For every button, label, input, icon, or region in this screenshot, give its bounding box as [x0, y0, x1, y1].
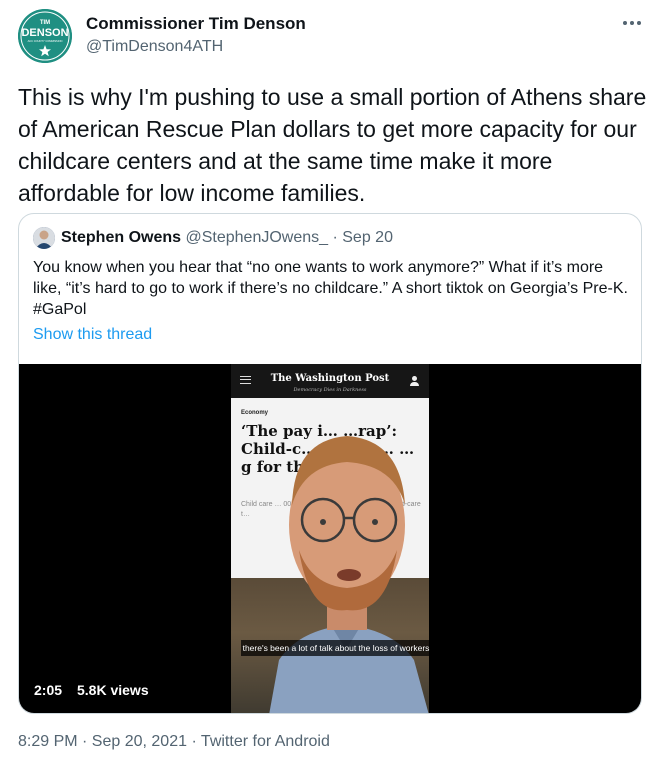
show-thread-link[interactable]: Show this thread [33, 326, 152, 344]
quoted-author-name: Stephen Owens [61, 229, 182, 246]
speaker-image [269, 436, 429, 713]
video-duration: 2:05 [34, 682, 63, 698]
quoted-tweet-date: · Sep 20 [332, 229, 393, 246]
quoted-tweet[interactable]: Stephen Owens @StephenJOwens_ · Sep 20 Y… [18, 213, 642, 714]
avatar-text-sub: ACC COUNTY COMMISSION [28, 39, 63, 43]
avatar-text-main: DENSON [21, 27, 68, 39]
tweet-text: This is why I'm pushing to use a small p… [18, 84, 647, 206]
more-horizontal-icon[interactable] [619, 12, 645, 34]
tweet-timestamp[interactable]: 8:29 PM · Sep 20, 2021 · Twitter for And… [18, 733, 330, 751]
article-tagline: Democracy Dies in Darkness [293, 387, 367, 393]
video-player[interactable]: The Washington Post Democracy Dies in Da… [19, 364, 641, 713]
quoted-author-handle: @StephenJOwens_ [185, 229, 329, 246]
tweet: TIM DENSON ACC COUNTY COMMISSION Commiss… [0, 0, 663, 769]
avatar-text-top: TIM [40, 20, 50, 26]
quoted-tweet-text: You know when you hear that “no one want… [33, 259, 628, 318]
quoted-tweet-header: Stephen Owens @StephenJOwens_ · Sep 20 [61, 229, 393, 247]
quoted-author-avatar [33, 227, 55, 249]
video-caption: there's been a lot of talk about the los… [241, 640, 431, 656]
author-name[interactable]: Commissioner Tim Denson [86, 14, 306, 34]
article-masthead: The Washington Post [270, 373, 390, 384]
author-avatar[interactable]: TIM DENSON ACC COUNTY COMMISSION [18, 9, 72, 63]
author-handle[interactable]: @TimDenson4ATH [86, 38, 223, 56]
article-topbar: The Washington Post Democracy Dies in Da… [231, 364, 429, 398]
video-views: 5.8K views [77, 682, 149, 698]
user-icon [410, 376, 419, 386]
